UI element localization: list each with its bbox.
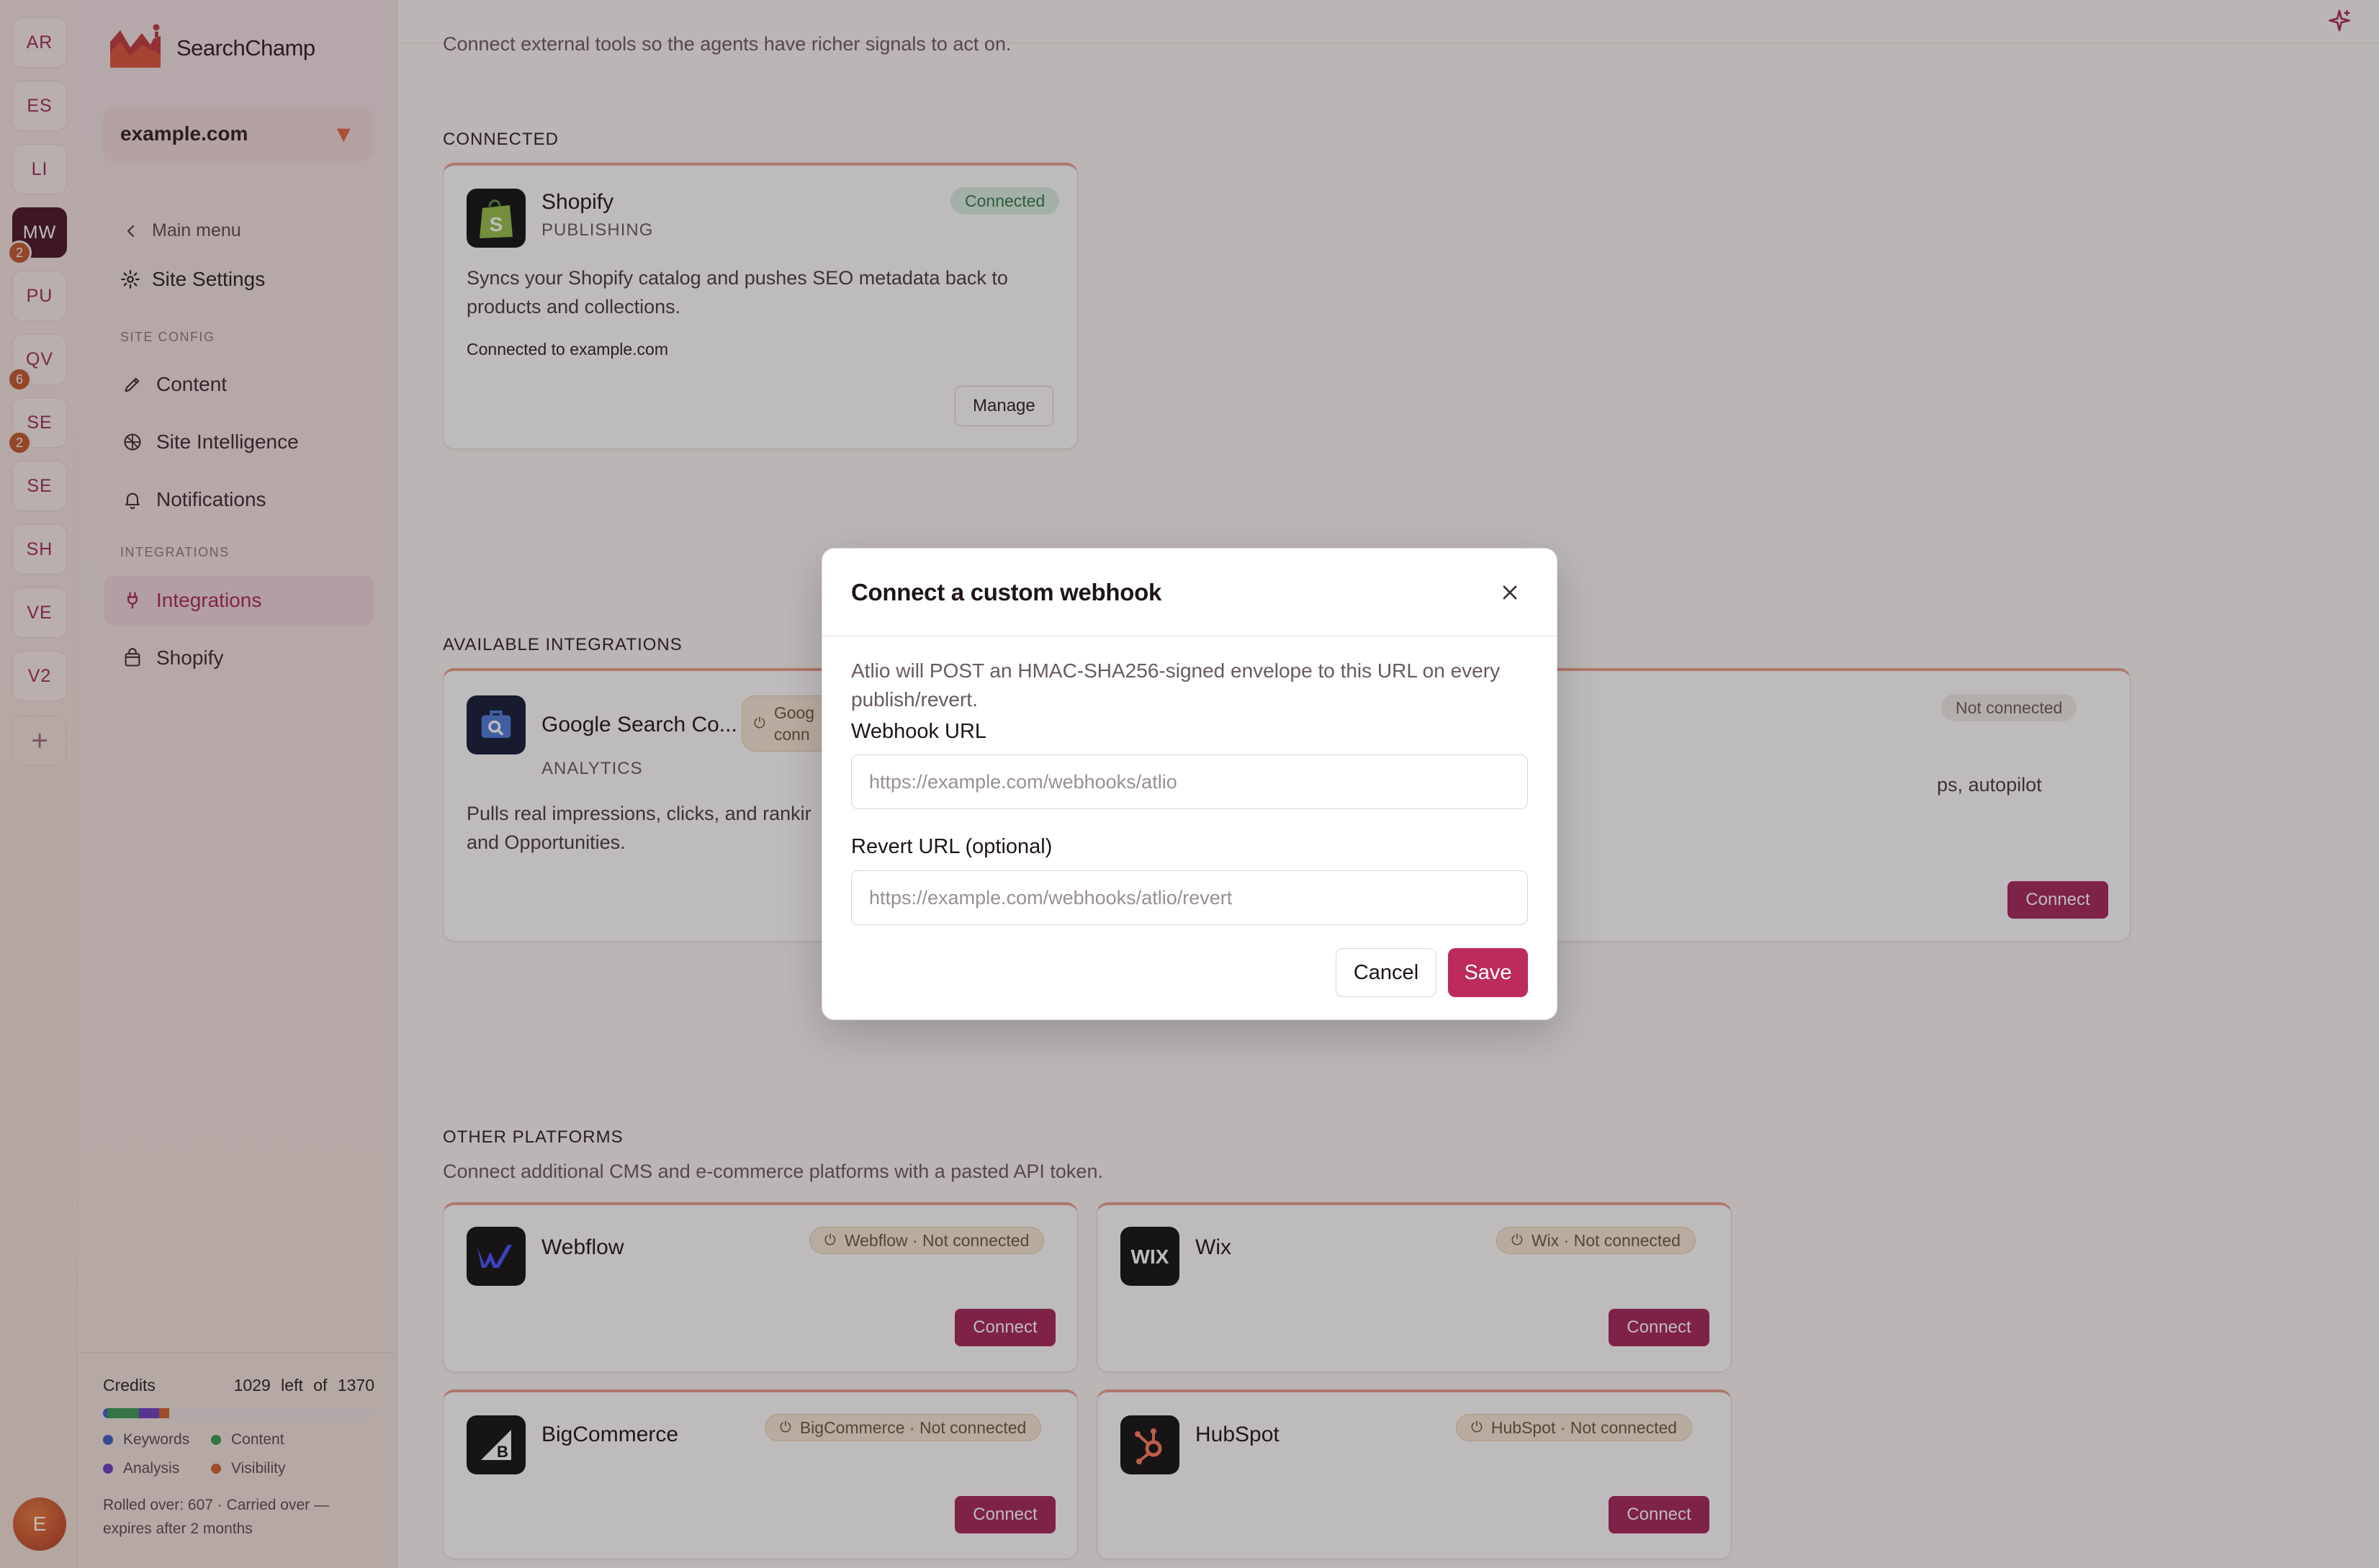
revert-url-input[interactable]	[851, 870, 1528, 925]
webhook-url-input[interactable]	[851, 754, 1528, 809]
dialog-title: Connect a custom webhook	[851, 578, 1162, 605]
close-icon[interactable]	[1492, 575, 1528, 610]
webhook-dialog: Connect a custom webhook Atlio will POST…	[822, 548, 1557, 1020]
cancel-button[interactable]: Cancel	[1336, 948, 1436, 997]
dialog-description: Atlio will POST an HMAC-SHA256-signed en…	[851, 659, 1501, 711]
dialog-header: Connect a custom webhook	[822, 549, 1557, 636]
webhook-url-label: Webhook URL	[851, 720, 987, 743]
save-button[interactable]: Save	[1448, 948, 1528, 997]
revert-url-label: Revert URL (optional)	[851, 835, 1053, 858]
